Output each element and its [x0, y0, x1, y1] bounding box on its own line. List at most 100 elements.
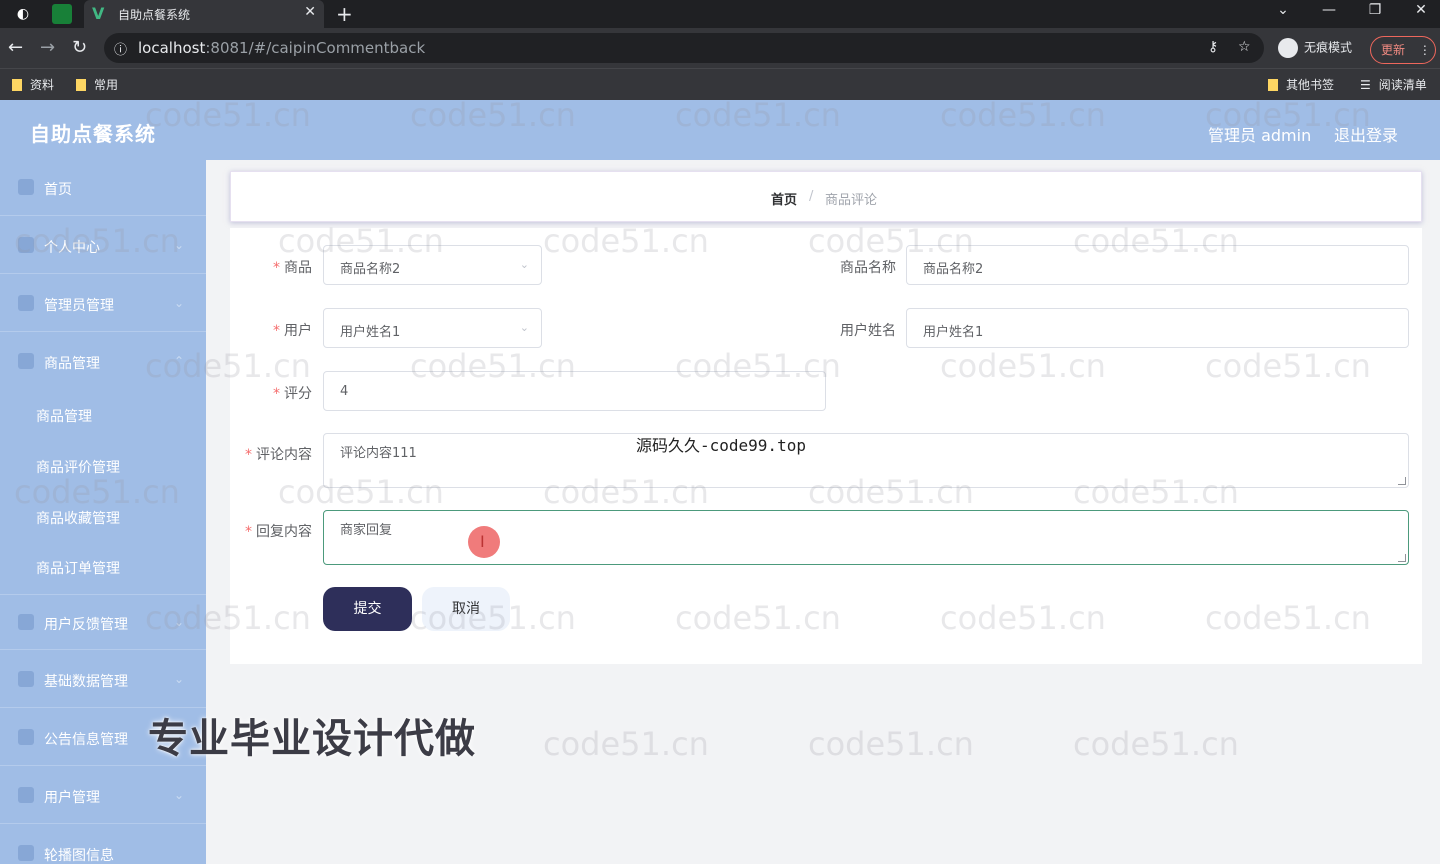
reload-icon[interactable]: ↻: [72, 37, 87, 58]
user-name-field[interactable]: 用户姓名1: [906, 308, 1409, 348]
restore-icon[interactable]: ❐: [1360, 2, 1390, 18]
user-name-label: 用户姓名: [840, 323, 896, 339]
minimize-icon[interactable]: —: [1314, 2, 1344, 18]
watermark: code51.cn: [808, 725, 974, 763]
rating-field[interactable]: 4: [323, 371, 826, 411]
sidebar-subitem-products[interactable]: 商品管理: [0, 390, 206, 440]
close-window-icon[interactable]: ✕: [1406, 2, 1436, 18]
bookmark-folder[interactable]: 资料: [12, 76, 54, 93]
app-header: 自助点餐系统 管理员 admin 退出登录: [0, 100, 1440, 160]
sidebar-item-label: 用户反馈管理: [44, 617, 128, 633]
more-menu-icon[interactable]: ⋮: [1419, 43, 1431, 57]
comment-textarea[interactable]: 评论内容111: [323, 433, 1409, 488]
url-input[interactable]: ⓘ localhost:8081/#/caipinCommentback ⚷ ☆: [104, 33, 1264, 63]
address-bar-row: ← → ↻ ⓘ localhost:8081/#/caipinCommentba…: [0, 28, 1440, 68]
sidebar-item-label: 轮播图信息: [44, 848, 114, 864]
sidebar-item-carousel[interactable]: 轮播图信息: [0, 826, 206, 864]
breadcrumb: 首页 / 商品评论: [230, 171, 1422, 222]
sidebar-subitem-label: 商品评价管理: [36, 460, 120, 476]
vue-logo-icon: V: [92, 4, 105, 23]
text-cursor-icon: I: [480, 532, 485, 551]
forward-icon[interactable]: →: [40, 37, 55, 58]
active-tab[interactable]: V 自助点餐系统 ✕: [84, 0, 324, 28]
cancel-button[interactable]: 取消: [422, 587, 510, 631]
sidebar-item-products[interactable]: 商品管理 ⌃: [0, 334, 206, 390]
other-bookmarks[interactable]: 其他书签: [1268, 76, 1334, 93]
chevron-down-icon: ⌄: [173, 296, 184, 310]
user-select[interactable]: 用户姓名1 ⌄: [323, 308, 542, 348]
new-tab-icon[interactable]: +: [336, 2, 353, 26]
sidebar-item-label: 公告信息管理: [44, 732, 128, 748]
update-button[interactable]: 更新 ⋮: [1370, 36, 1436, 64]
product-select-value: 商品名称2: [340, 262, 401, 277]
comment-label: * 评论内容: [245, 447, 312, 463]
product-label: * 商品: [273, 260, 312, 276]
sidebar-subitem-favorites[interactable]: 商品收藏管理: [0, 492, 206, 542]
rating-label: * 评分: [273, 386, 312, 402]
product-name-field[interactable]: 商品名称2: [906, 245, 1409, 285]
ad-overlay-text: 专业毕业设计代做: [148, 716, 476, 762]
product-select[interactable]: 商品名称2 ⌄: [323, 245, 542, 285]
browser-menu-icon[interactable]: ◐: [14, 5, 32, 23]
resize-handle-icon[interactable]: [1398, 477, 1406, 485]
users-icon: [18, 787, 34, 803]
cursor-highlight: I: [468, 526, 500, 558]
folder-icon: [12, 79, 22, 91]
sidebar-subitem-label: 商品管理: [36, 409, 92, 425]
breadcrumb-separator: /: [809, 189, 814, 204]
sidebar-item-profile[interactable]: 个人中心 ⌄: [0, 218, 206, 274]
sidebar-item-label: 首页: [44, 182, 72, 198]
breadcrumb-home[interactable]: 首页: [771, 189, 797, 208]
resize-handle-icon[interactable]: [1398, 554, 1406, 562]
goods-icon: [18, 353, 34, 369]
folder-icon: [1268, 79, 1278, 91]
reply-value: 商家回复: [340, 523, 393, 538]
reading-list[interactable]: ☰ 阅读清单: [1360, 76, 1427, 93]
chevron-down-icon: ⌄: [519, 258, 529, 271]
sidebar-item-admins[interactable]: 管理员管理 ⌄: [0, 276, 206, 332]
current-user: 管理员 admin: [1208, 126, 1312, 145]
sidebar-item-label: 个人中心: [44, 240, 100, 256]
chevron-down-icon: ⌄: [173, 788, 184, 802]
browser-tab-bar: ◐ V 自助点餐系统 ✕ + ⌄ — ❐ ✕: [0, 0, 1440, 28]
chevron-down-icon: ⌄: [173, 238, 184, 252]
incognito-profile[interactable]: 无痕模式: [1278, 38, 1352, 58]
sidebar-item-label: 管理员管理: [44, 298, 114, 314]
user-select-value: 用户姓名1: [340, 325, 401, 340]
sidebar-item-basedata[interactable]: 基础数据管理 ⌄: [0, 652, 206, 708]
reading-list-icon: ☰: [1360, 78, 1371, 92]
logout-link[interactable]: 退出登录: [1334, 122, 1398, 146]
watermark: code51.cn: [543, 725, 709, 763]
source-watermark-text: 源码久久-code99.top: [636, 436, 806, 455]
data-icon: [18, 671, 34, 687]
folder-icon: [76, 79, 86, 91]
url-text: localhost:8081/#/caipinCommentback: [138, 39, 426, 57]
star-icon[interactable]: ☆: [1238, 39, 1251, 55]
sidebar-item-home[interactable]: 首页: [0, 160, 206, 216]
sidebar-item-feedback[interactable]: 用户反馈管理 ⌄: [0, 594, 206, 650]
notice-icon: [18, 729, 34, 745]
sidebar-subitem-reviews[interactable]: 商品评价管理: [0, 441, 206, 491]
back-icon[interactable]: ←: [8, 37, 23, 58]
breadcrumb-current: 商品评论: [825, 193, 878, 208]
home-icon: [18, 179, 34, 195]
user-icon: [18, 237, 34, 253]
chevron-down-icon: ⌄: [519, 321, 529, 334]
sidebar-subitem-orders[interactable]: 商品订单管理: [0, 542, 206, 592]
tab-search-icon[interactable]: ⌄: [1268, 2, 1298, 18]
sidebar-item-label: 商品管理: [44, 356, 100, 372]
key-icon[interactable]: ⚷: [1208, 39, 1218, 55]
image-icon: [18, 845, 34, 861]
tab-title: 自助点餐系统: [118, 8, 191, 22]
tab-close-icon[interactable]: ✕: [304, 4, 316, 20]
product-name-label: 商品名称: [840, 260, 896, 276]
comment-value: 评论内容111: [340, 446, 417, 461]
sidebar-item-label: 基础数据管理: [44, 674, 128, 690]
submit-button[interactable]: 提交: [323, 587, 412, 631]
sidebar-item-label: 用户管理: [44, 790, 100, 806]
pinned-tab-icon[interactable]: [52, 4, 72, 24]
site-info-icon[interactable]: ⓘ: [114, 39, 127, 58]
sidebar-subitem-label: 商品订单管理: [36, 561, 120, 577]
sidebar-item-users[interactable]: 用户管理 ⌄: [0, 768, 206, 824]
bookmark-folder[interactable]: 常用: [76, 76, 118, 93]
